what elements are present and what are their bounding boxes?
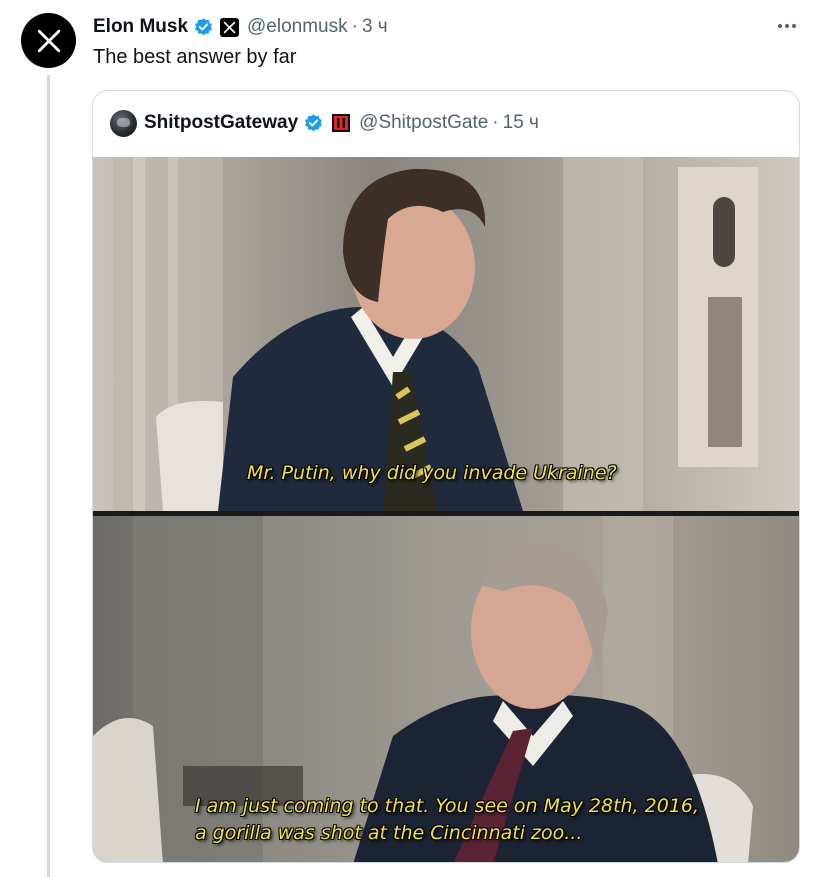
quoted-author-name: ShitpostGateway	[144, 112, 299, 133]
x-affiliate-badge-icon	[220, 17, 240, 37]
quoted-author-avatar	[110, 109, 137, 137]
separator-dot: ·	[351, 16, 358, 37]
meme-panel-top: Mr. Putin, why did you invade Ukraine?	[93, 157, 799, 511]
interviewer-illustration	[113, 157, 758, 511]
affiliate-badge-icon	[331, 113, 352, 133]
x-logo-icon	[37, 29, 60, 52]
meme-caption-top: Mr. Putin, why did you invade Ukraine?	[247, 462, 617, 484]
meme-caption-bottom-line1: I am just coming to that. You see on May…	[195, 795, 700, 817]
meme-caption-bottom-line2: a gorilla was shot at the Cincinnati zoo…	[195, 822, 583, 844]
meme-panel-bottom: I am just coming to that. You see on May…	[93, 516, 799, 862]
more-options-icon[interactable]	[772, 14, 802, 38]
author-avatar[interactable]	[21, 13, 76, 68]
verified-badge-icon	[303, 113, 324, 134]
meme-image[interactable]: Mr. Putin, why did you invade Ukraine? I…	[93, 157, 799, 862]
author-name[interactable]: Elon Musk	[93, 16, 188, 38]
tweet-text: The best answer by far	[93, 46, 297, 68]
quoted-tweet-timestamp: 15 ч	[502, 112, 539, 133]
verified-badge-icon	[193, 17, 214, 38]
separator-dot: ·	[492, 112, 499, 133]
thread-line	[47, 75, 50, 877]
author-handle[interactable]: @elonmusk	[247, 16, 348, 38]
tweet-header: Elon Musk @elonmusk · 3 ч	[93, 13, 388, 41]
quoted-author-handle: @ShitpostGate	[359, 112, 489, 133]
quoted-tweet-header: ShitpostGateway @ShitpostGate · 15 ч	[110, 108, 539, 138]
quoted-tweet-card[interactable]: ShitpostGateway @ShitpostGate · 15 ч Mr.…	[92, 90, 800, 863]
tweet-timestamp[interactable]: 3 ч	[362, 16, 388, 38]
